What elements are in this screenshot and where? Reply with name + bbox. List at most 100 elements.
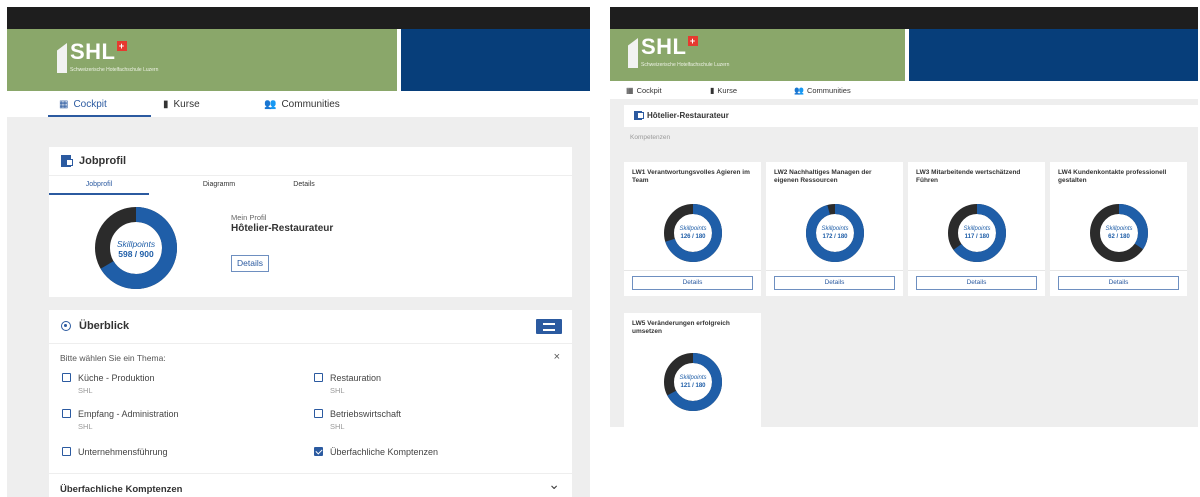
competency-donut: Skillpoints 117 / 180 <box>948 204 1006 262</box>
donut-svg <box>806 204 864 262</box>
competency-details-button[interactable]: Details <box>1058 276 1179 290</box>
banner-blue <box>909 29 1198 81</box>
nav-cockpit[interactable]: ▦ Cockpit <box>626 86 662 95</box>
option-unternehmensfuehrung[interactable]: Unternehmensführung <box>62 447 168 457</box>
checkbox-unternehmensfuehrung[interactable] <box>62 447 71 456</box>
swiss-cross-icon: + <box>116 41 127 51</box>
competency-details-button[interactable]: Details <box>774 276 895 290</box>
donut-value: 117 / 180 <box>964 234 990 240</box>
dashboard-icon: ▦ <box>59 98 69 110</box>
option-sub: SHL <box>330 422 345 431</box>
shl-logo[interactable]: SHL + Schweizerische Hotelfachschule Luz… <box>57 39 158 73</box>
card-divider <box>908 270 1045 271</box>
option-empfang[interactable]: Empfang - Administration SHL <box>62 409 179 431</box>
logo-text: SHL <box>70 39 116 64</box>
option-kueche[interactable]: Küche - Produktion SHL <box>62 373 155 395</box>
option-label: Betriebswirtschaft <box>330 409 402 419</box>
nav-active-underline <box>48 115 151 117</box>
book-icon: ▮ <box>163 98 169 110</box>
donut-svg <box>664 353 722 411</box>
banner-blue <box>401 29 590 91</box>
donut-svg <box>1090 204 1148 262</box>
ueberblick-header: Überblick <box>61 320 129 332</box>
nav-kurse-label: Kurse <box>717 85 737 95</box>
donut-label: Skillpoints <box>821 226 849 233</box>
nav-communities-label: Communities <box>281 98 340 110</box>
competency-donut: Skillpoints 121 / 180 <box>664 353 722 411</box>
jobprofil-header: Jobprofil <box>61 155 126 167</box>
option-restauration[interactable]: Restauration SHL <box>314 373 381 395</box>
tab-jobprofil[interactable]: Jobprofil <box>49 178 149 188</box>
nav-communities[interactable]: 👥 Communities <box>794 86 851 95</box>
tab-details[interactable]: Details <box>254 178 354 188</box>
profile-details-button[interactable]: Details <box>231 255 269 272</box>
option-ueberfachlich[interactable]: Überfachliche Komptenzen <box>314 447 438 457</box>
nav-cockpit-label: Cockpit <box>636 85 662 95</box>
header-banner: SHL + Schweizerische Hotelfachschule Luz… <box>610 29 1198 81</box>
book-icon: ▮ <box>710 85 715 95</box>
jobprofil-card: Jobprofil Jobprofil Diagramm Details Ski… <box>49 147 572 297</box>
card-divider <box>624 270 761 271</box>
donut-value: 126 / 180 <box>680 234 706 240</box>
nav-cockpit-label: Cockpit <box>73 98 107 110</box>
people-icon: 👥 <box>264 98 277 110</box>
section-divider <box>49 473 572 474</box>
banner-green: SHL + Schweizerische Hotelfachschule Luz… <box>610 29 905 81</box>
browser-topbar <box>7 7 590 29</box>
competency-details-button[interactable]: Details <box>916 276 1037 290</box>
page-title-bar: Hôtelier-Restaurateur <box>624 105 1198 127</box>
option-label: Überfachliche Komptenzen <box>330 447 439 457</box>
competency-card: LW1 Verantwortungsvolles Agieren im Team… <box>624 162 761 296</box>
checkbox-ueberfachlich[interactable] <box>314 447 323 456</box>
competency-title: LW1 Verantwortungsvolles Agieren im Team <box>632 169 750 184</box>
checkbox-betriebswirtschaft[interactable] <box>314 409 323 418</box>
checkbox-empfang[interactable] <box>62 409 71 418</box>
competency-card: LW4 Kundenkontakte professionell gestalt… <box>1050 162 1187 296</box>
donut-progress-arc <box>806 204 864 262</box>
jobprofil-divider <box>49 175 572 176</box>
card-divider <box>766 270 903 271</box>
option-label: Unternehmensführung <box>78 447 168 457</box>
option-label: Restauration <box>330 373 382 383</box>
donut-value: 172 / 180 <box>822 234 848 240</box>
competency-title: LW2 Nachhaltiges Managen der eigenen Res… <box>774 169 872 184</box>
donut-value: 121 / 180 <box>680 383 706 389</box>
competency-title: LW5 Veränderungen erfolgreich umsetzen <box>632 320 730 335</box>
competency-card: LW3 Mitarbeitende wertschätzend Führen Sk… <box>908 162 1045 296</box>
competency-card: LW2 Nachhaltiges Managen der eigenen Res… <box>766 162 903 296</box>
shl-logo[interactable]: SHL + Schweizerische Hotelfachschule Luz… <box>628 36 729 68</box>
donut-label: Skillpoints <box>116 238 156 249</box>
edit-profile-icon <box>61 155 73 167</box>
section-title: Überfachliche Komptenzen <box>60 484 183 495</box>
option-betriebswirtschaft[interactable]: Betriebswirtschaft SHL <box>314 409 401 431</box>
header-banner: SHL + Schweizerische Hotelfachschule Luz… <box>7 29 590 91</box>
donut-svg <box>948 204 1006 262</box>
close-icon[interactable]: × <box>554 351 560 363</box>
donut-label: Skillpoints <box>1105 226 1133 233</box>
ueberblick-divider <box>49 343 572 344</box>
profile-name: Hôtelier-Restaurateur <box>231 223 334 234</box>
competency-details-button[interactable]: Details <box>632 276 753 290</box>
option-sub: SHL <box>78 422 93 431</box>
left-screen: SHL + Schweizerische Hotelfachschule Luz… <box>7 7 590 497</box>
donut-label: Skillpoints <box>963 226 991 233</box>
filter-settings-button[interactable] <box>536 319 562 334</box>
option-sub: SHL <box>78 386 93 395</box>
donut-label: Skillpoints <box>679 226 707 233</box>
nav-kurse[interactable]: ▮ Kurse <box>710 86 737 95</box>
ueberblick-title: Überblick <box>79 320 130 332</box>
chevron-down-icon[interactable]: ⌄ <box>548 476 560 493</box>
logo-mark-icon <box>628 38 638 68</box>
page-title-text: Hôtelier-Restaurateur <box>647 111 729 120</box>
profile-label: Mein Profil <box>231 213 267 222</box>
browser-topbar <box>610 7 1198 29</box>
banner-green: SHL + Schweizerische Hotelfachschule Luz… <box>7 29 397 91</box>
main-nav: ▦ Cockpit ▮ Kurse 👥 Communities <box>610 81 1198 99</box>
nav-cockpit[interactable]: ▦ Cockpit <box>59 99 107 110</box>
nav-kurse[interactable]: ▮ Kurse <box>163 99 200 110</box>
nav-communities[interactable]: 👥 Communities <box>264 99 340 110</box>
edit-profile-icon <box>634 111 644 120</box>
radio-target-icon <box>61 321 71 331</box>
checkbox-kueche[interactable] <box>62 373 71 382</box>
checkbox-restauration[interactable] <box>314 373 323 382</box>
